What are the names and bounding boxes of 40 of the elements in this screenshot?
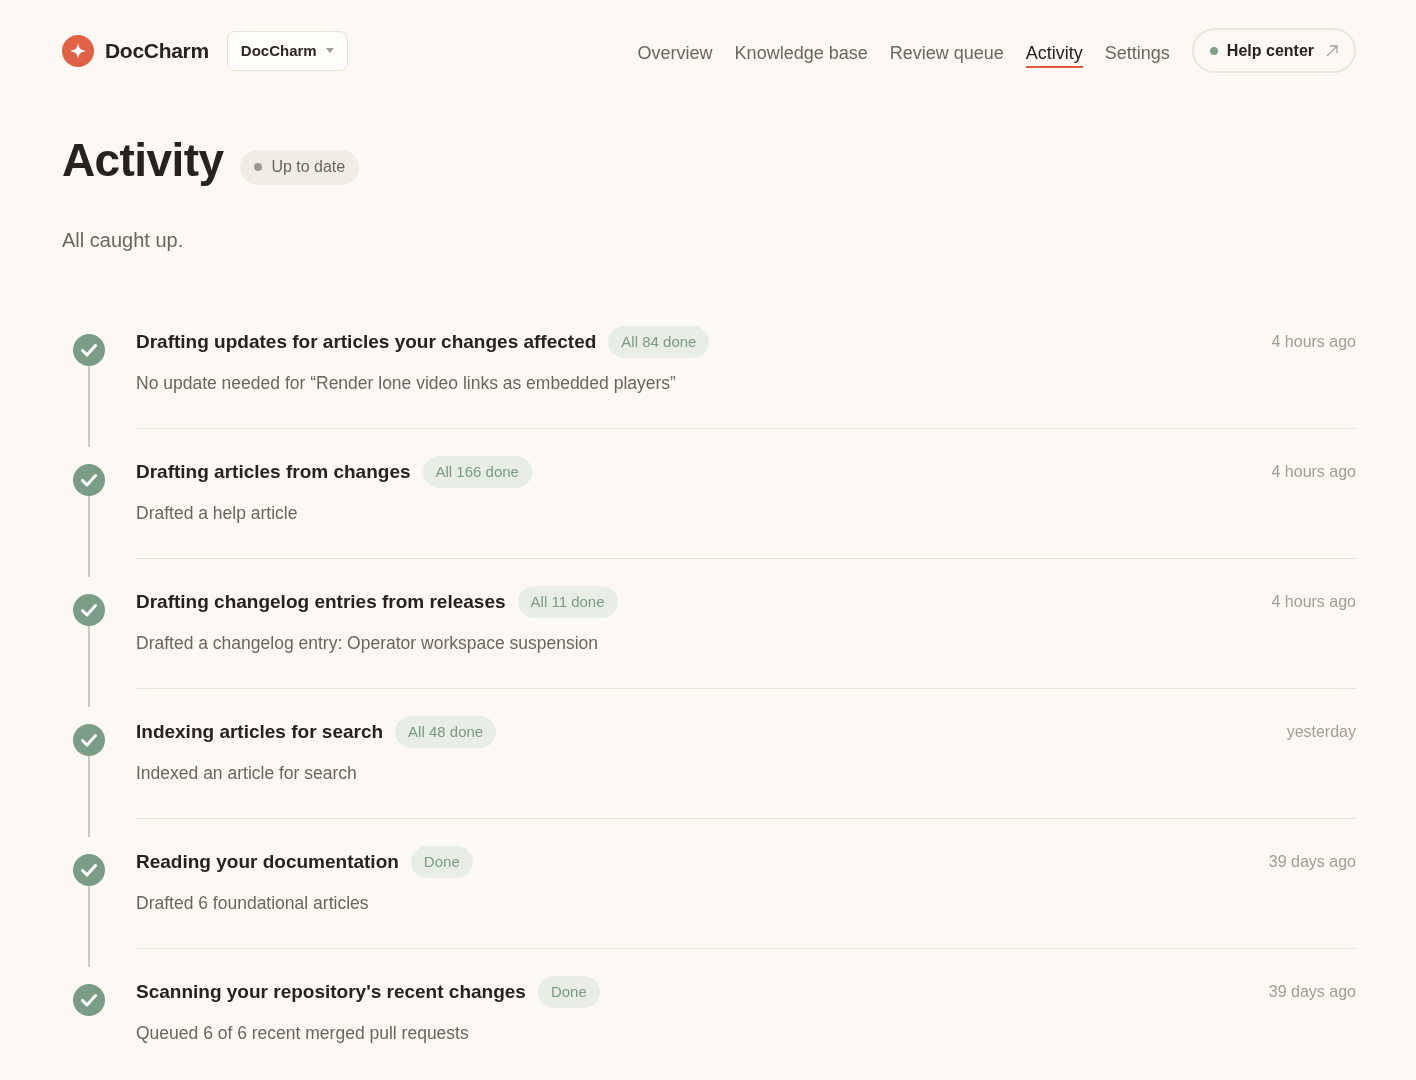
activity-title: Drafting changelog entries from releases [136,591,506,613]
activity-description: No update needed for “Render lone video links as embedded players” [136,372,677,395]
summary-text: All caught up. [62,228,185,253]
workspace-dropdown[interactable]: DocCharm [226,30,348,71]
activity-time: 39 days ago [1268,853,1356,871]
status-dot-icon [1209,46,1218,55]
activity-description: Queued 6 of 6 recent merged pull requests [136,1022,470,1045]
diagonal-arrow-icon [1326,44,1338,57]
activity-title: Reading your documentation [136,851,399,873]
activity-time: yesterday [1286,723,1356,741]
activity-description: Drafted a help article [136,502,299,525]
activity-description: Drafted 6 foundational articles [136,892,370,915]
nav-link[interactable]: Settings [1104,38,1170,68]
activity-time: 4 hours ago [1271,463,1356,481]
activity-description: Indexed an article for search [136,762,358,785]
activity-title: Drafting updates for articles your changes affected [136,331,597,353]
activity-description: Drafted a changelog entry: Operator workspace suspension [136,632,600,655]
completion-badge: Done [410,846,473,878]
help-center-button[interactable]: Help center [1191,28,1356,73]
activity-title: Drafting articles from changes [136,461,411,483]
completion-badge: All 166 done [422,456,532,488]
brand-name: DocCharm [105,38,209,63]
caret-icon [325,48,334,53]
completion-badge: All 48 done [395,716,497,748]
activity-time: 39 days ago [1268,983,1356,1001]
nav-link[interactable]: Knowledge base [734,38,868,68]
completion-badge: Done [537,976,600,1008]
page-title: Activity [62,133,224,188]
nav-link[interactable]: Review queue [889,38,1004,68]
nav-link[interactable]: Activity [1025,38,1083,68]
activity-time: 4 hours ago [1271,333,1356,351]
completion-badge: All 11 done [517,586,618,618]
nav-link[interactable]: Overview [637,38,713,68]
sparkle-icon [62,34,94,67]
activity-title: Scanning your repository's recent changes [136,981,526,1003]
status-dot-icon [254,163,263,171]
status-label: Up to date [271,158,346,176]
completion-badge: All 84 done [608,326,710,358]
activity-time: 4 hours ago [1271,593,1356,611]
activity-title: Indexing articles for search [136,721,384,743]
